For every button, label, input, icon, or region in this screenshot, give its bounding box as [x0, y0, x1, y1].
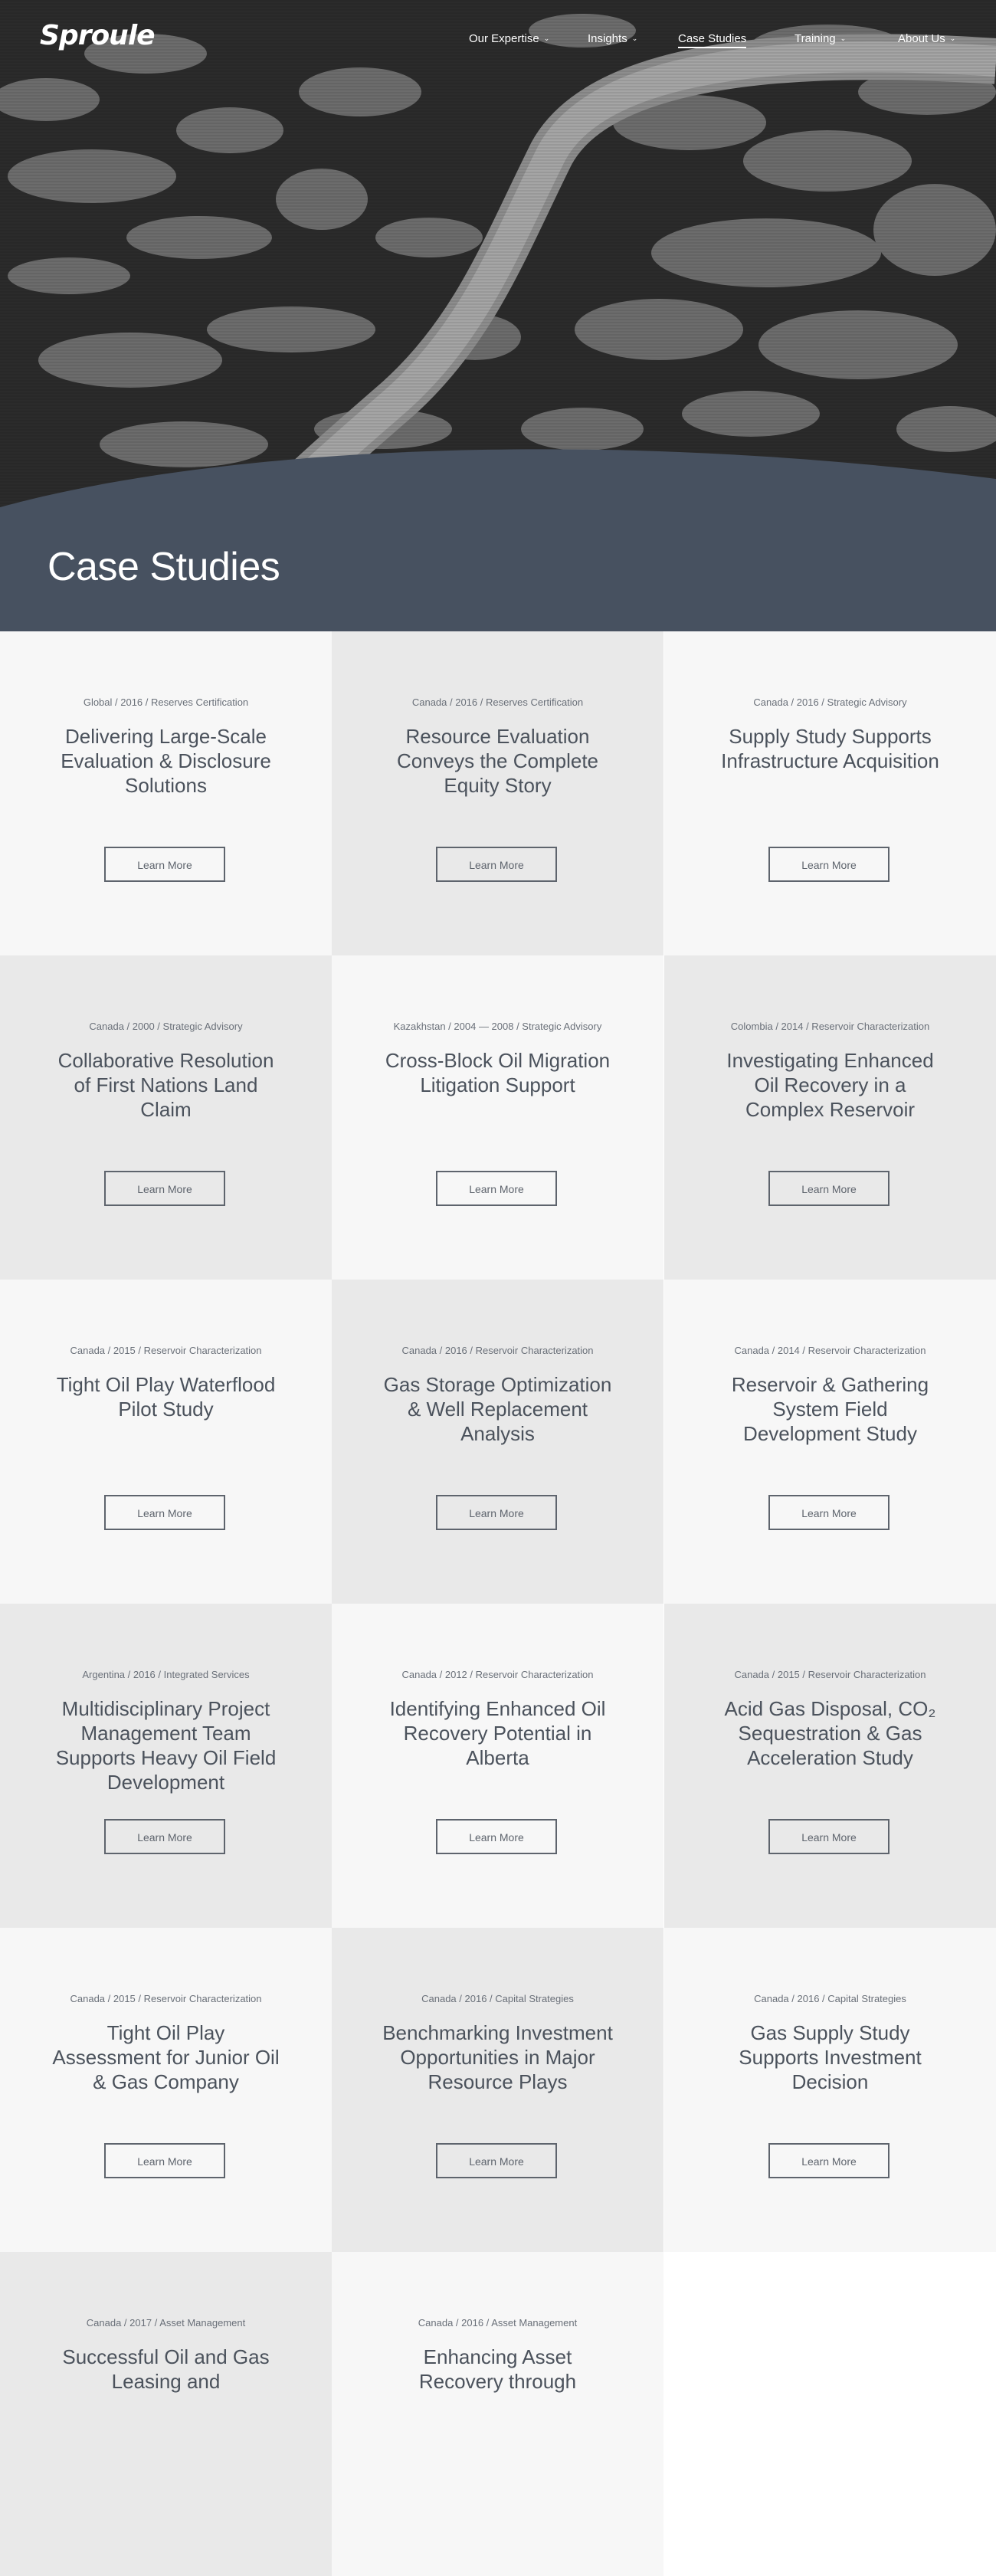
case-study-card: Canada / 2016 / Reservoir Characterizati… — [332, 1280, 663, 1604]
case-study-card: Canada / 2016 / Capital Strategies Benchm… — [332, 1928, 663, 2252]
nav-item-about-us[interactable]: About Us ⌄ — [898, 32, 955, 45]
nav-label: Insights — [588, 32, 627, 45]
learn-more-button[interactable]: Learn More — [436, 2143, 557, 2178]
top-navigation-bar: Sproule Our Expertise ⌄ Insights ⌄ Case St… — [0, 0, 996, 77]
case-study-meta: Canada / 2016 / Strategic Advisory — [753, 696, 907, 708]
case-study-card: Canada / 2012 / Reservoir Characterizati… — [332, 1604, 663, 1928]
case-study-meta: Canada / 2000 / Strategic Advisory — [89, 1021, 243, 1032]
case-study-card: Canada / 2015 / Reservoir Characterizati… — [664, 1604, 996, 1928]
learn-more-button[interactable]: Learn More — [104, 1495, 225, 1530]
case-study-title[interactable]: Successful Oil and Gas Leasing and — [51, 2345, 281, 2394]
case-study-title[interactable]: Cross-Block Oil Migration Litigation Sup… — [382, 1048, 613, 1097]
case-study-meta: Canada / 2016 / Capital Strategies — [421, 1993, 574, 2004]
case-study-meta: Global / 2016 / Reserves Certification — [83, 696, 249, 708]
case-study-meta: Kazakhstan / 2004 — 2008 / Strategic Adv… — [393, 1021, 602, 1032]
case-study-title[interactable]: Gas Supply Study Supports Investment Dec… — [715, 2020, 945, 2094]
learn-more-button[interactable]: Learn More — [436, 1171, 557, 1206]
case-study-title[interactable]: Tight Oil Play Assessment for Junior Oil… — [51, 2020, 281, 2094]
learn-more-button[interactable]: Learn More — [436, 1819, 557, 1854]
case-study-meta: Argentina / 2016 / Integrated Services — [82, 1669, 250, 1680]
learn-more-button[interactable]: Learn More — [104, 1819, 225, 1854]
learn-more-button[interactable]: Learn More — [104, 2143, 225, 2178]
case-study-meta: Canada / 2016 / Reservoir Characterizati… — [401, 1345, 594, 1356]
case-study-title[interactable]: Multidisciplinary Project Management Tea… — [51, 1696, 281, 1794]
case-study-meta: Canada / 2015 / Reservoir Characterizati… — [734, 1669, 926, 1680]
case-study-title[interactable]: Collaborative Resolution of First Nation… — [51, 1048, 281, 1122]
hero-section: Sproule Our Expertise ⌄ Insights ⌄ Case St… — [0, 0, 996, 631]
case-study-meta: Canada / 2016 / Capital Strategies — [754, 1993, 906, 2004]
learn-more-button[interactable]: Learn More — [104, 1171, 225, 1206]
case-study-meta: Canada / 2015 / Reservoir Characterizati… — [70, 1345, 262, 1356]
case-study-title[interactable]: Gas Storage Optimization & Well Replacem… — [382, 1372, 613, 1446]
chevron-down-icon: ⌄ — [949, 34, 956, 42]
learn-more-button[interactable]: Learn More — [768, 847, 890, 882]
case-study-title[interactable]: Reservoir & Gathering System Field Devel… — [715, 1372, 945, 1446]
empty-card — [664, 2252, 996, 2576]
case-study-meta: Canada / 2017 / Asset Management — [86, 2317, 246, 2329]
case-study-card: Canada / 2000 / Strategic Advisory Collab… — [0, 955, 332, 1280]
case-study-title[interactable]: Enhancing Asset Recovery through — [382, 2345, 613, 2394]
case-study-meta: Colombia / 2014 / Reservoir Characteriza… — [730, 1021, 930, 1032]
case-study-card: Canada / 2016 / Reserves Certification Re… — [332, 631, 663, 955]
case-study-card: Global / 2016 / Reserves Certification De… — [0, 631, 332, 955]
case-study-card: Canada / 2017 / Asset Management Successf… — [0, 2252, 332, 2576]
case-study-meta: Canada / 2012 / Reservoir Characterizati… — [401, 1669, 594, 1680]
case-study-title[interactable]: Identifying Enhanced Oil Recovery Potent… — [382, 1696, 613, 1770]
case-study-card: Argentina / 2016 / Integrated Services Mu… — [0, 1604, 332, 1928]
main-nav: Our Expertise ⌄ Insights ⌄ Case Studies Tr… — [0, 32, 996, 48]
case-study-title[interactable]: Delivering Large-Scale Evaluation & Disc… — [51, 724, 281, 798]
case-study-meta: Canada / 2015 / Reservoir Characterizati… — [70, 1993, 262, 2004]
case-study-title[interactable]: Investigating Enhanced Oil Recovery in a… — [715, 1048, 945, 1122]
case-study-meta: Canada / 2014 / Reservoir Characterizati… — [734, 1345, 926, 1356]
chevron-down-icon: ⌄ — [840, 34, 847, 42]
nav-item-our-expertise[interactable]: Our Expertise ⌄ — [469, 32, 549, 45]
nav-label: Case Studies — [678, 32, 747, 48]
case-study-card: Canada / 2016 / Strategic Advisory Supply… — [664, 631, 996, 955]
case-study-title[interactable]: Benchmarking Investment Opportunities in… — [382, 2020, 613, 2094]
hero-aerial-image — [0, 0, 996, 631]
case-study-card: Canada / 2016 / Asset Management Enhancin… — [332, 2252, 663, 2576]
case-study-card: Kazakhstan / 2004 — 2008 / Strategic Adv… — [332, 955, 663, 1280]
case-study-title[interactable]: Acid Gas Disposal, CO₂ Sequestration & G… — [715, 1696, 945, 1770]
chevron-down-icon: ⌄ — [543, 34, 550, 42]
case-study-card: Canada / 2015 / Reservoir Characterizati… — [0, 1928, 332, 2252]
learn-more-button[interactable]: Learn More — [436, 1495, 557, 1530]
learn-more-button[interactable]: Learn More — [104, 847, 225, 882]
nav-label: Our Expertise — [469, 32, 539, 45]
page-title: Case Studies — [48, 545, 280, 589]
learn-more-button[interactable]: Learn More — [768, 1495, 890, 1530]
nav-item-case-studies[interactable]: Case Studies — [678, 32, 747, 48]
learn-more-button[interactable]: Learn More — [768, 1819, 890, 1854]
nav-item-insights[interactable]: Insights ⌄ — [588, 32, 637, 45]
nav-label: About Us — [898, 32, 945, 45]
case-study-card: Colombia / 2014 / Reservoir Characteriza… — [664, 955, 996, 1280]
case-study-title[interactable]: Supply Study Supports Infrastructure Acq… — [715, 724, 945, 773]
case-study-card: Canada / 2014 / Reservoir Characterizati… — [664, 1280, 996, 1604]
case-study-title[interactable]: Resource Evaluation Conveys the Complete… — [382, 724, 613, 798]
case-study-meta: Canada / 2016 / Asset Management — [418, 2317, 578, 2329]
case-study-title[interactable]: Tight Oil Play Waterflood Pilot Study — [51, 1372, 281, 1421]
nav-item-training[interactable]: Training ⌄ — [795, 32, 846, 45]
learn-more-button[interactable]: Learn More — [768, 1171, 890, 1206]
learn-more-button[interactable]: Learn More — [436, 847, 557, 882]
case-study-meta: Canada / 2016 / Reserves Certification — [411, 696, 584, 708]
case-study-card: Canada / 2016 / Capital Strategies Gas Su… — [664, 1928, 996, 2252]
case-study-card: Canada / 2015 / Reservoir Characterizati… — [0, 1280, 332, 1604]
chevron-down-icon: ⌄ — [631, 34, 638, 42]
learn-more-button[interactable]: Learn More — [768, 2143, 890, 2178]
nav-label: Training — [795, 32, 836, 45]
